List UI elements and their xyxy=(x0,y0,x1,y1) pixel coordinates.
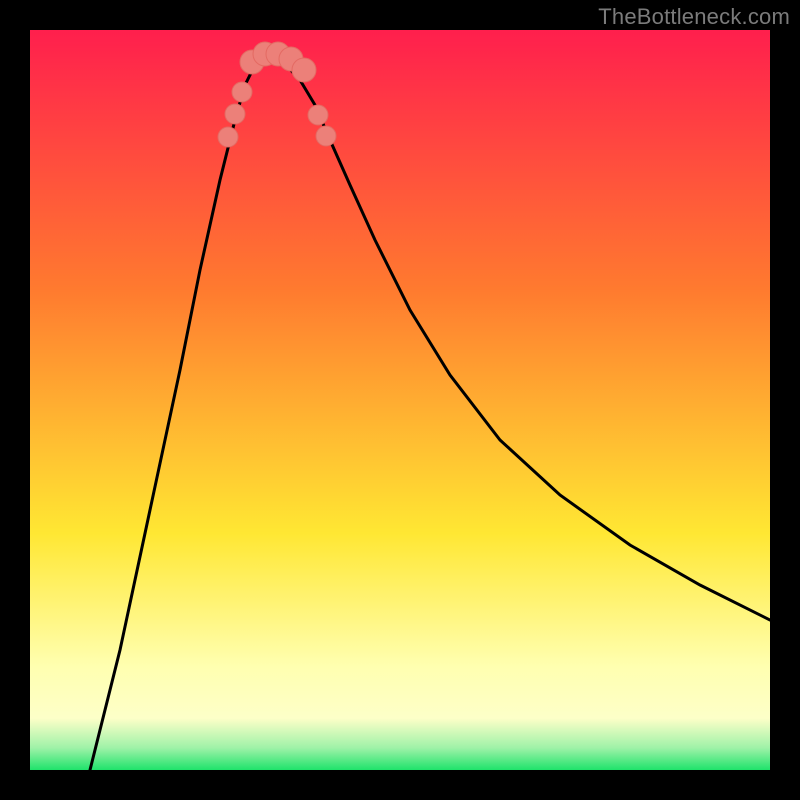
watermark-text: TheBottleneck.com xyxy=(598,4,790,30)
gradient-background xyxy=(30,30,770,770)
curve-marker xyxy=(308,105,328,125)
curve-marker xyxy=(316,126,336,146)
curve-marker xyxy=(292,58,316,82)
bottleneck-chart xyxy=(30,30,770,770)
curve-marker xyxy=(225,104,245,124)
curve-marker xyxy=(232,82,252,102)
curve-marker xyxy=(218,127,238,147)
